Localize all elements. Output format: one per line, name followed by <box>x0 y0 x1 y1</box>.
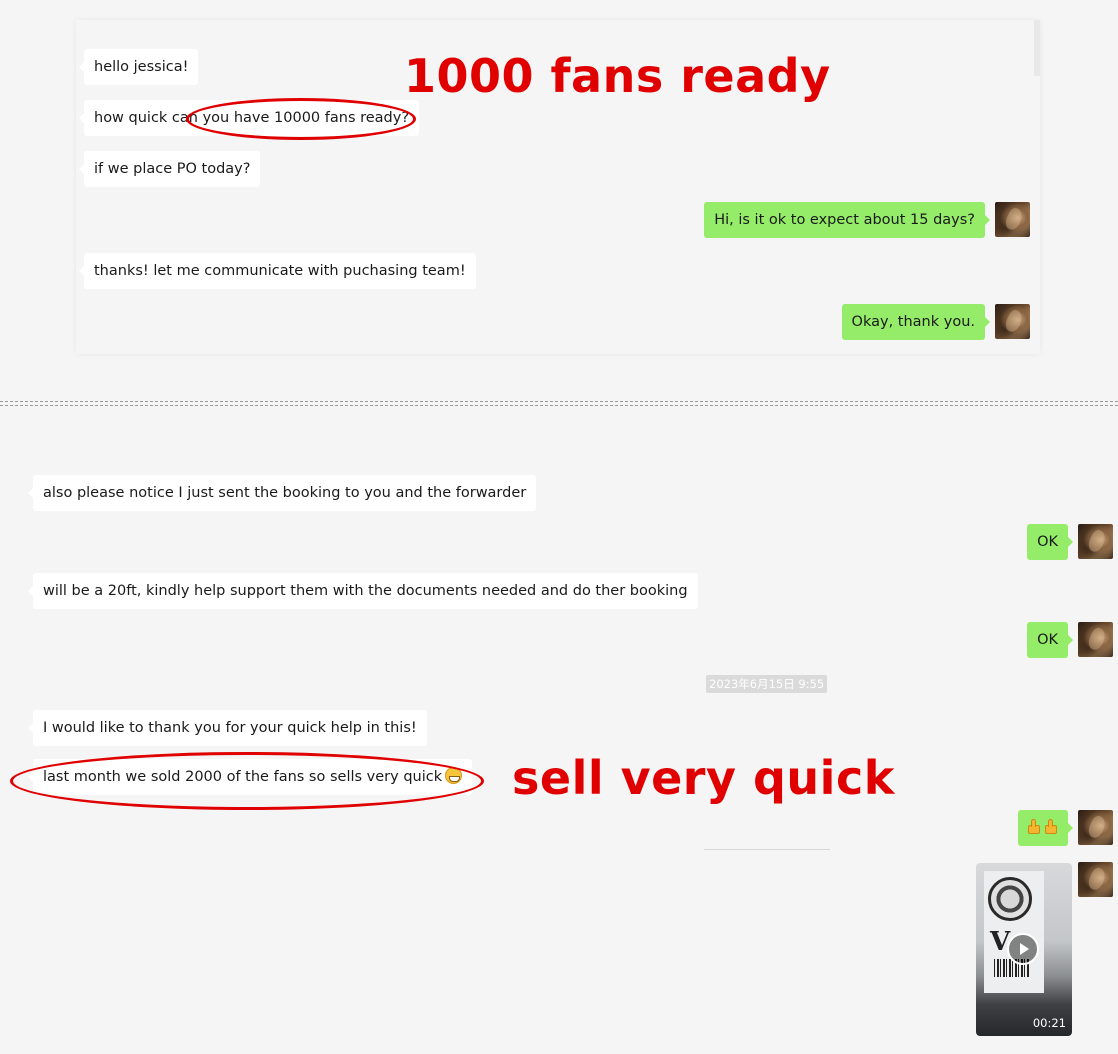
incoming-message[interactable]: if we place PO today? <box>78 151 261 187</box>
outgoing-message[interactable]: OK <box>1027 622 1073 658</box>
outgoing-message[interactable]: OK <box>1027 524 1073 560</box>
incoming-message[interactable]: also please notice I just sent the booki… <box>27 475 537 511</box>
outgoing-message[interactable] <box>1018 810 1073 846</box>
thumbs-up-icon <box>1027 818 1042 834</box>
incoming-message[interactable]: will be a 20ft, kindly help support them… <box>28 573 698 609</box>
avatar[interactable] <box>1078 862 1113 897</box>
avatar[interactable] <box>995 202 1030 237</box>
separator-line <box>704 849 830 850</box>
avatar[interactable] <box>995 304 1030 339</box>
annotation-text: sell very quick <box>512 751 895 805</box>
annotation-text: 1000 fans ready <box>404 49 831 103</box>
outgoing-message[interactable]: Hi, is it ok to expect about 15 days? <box>704 202 990 238</box>
incoming-message[interactable]: thanks! let me communicate with puchasin… <box>79 253 476 289</box>
play-icon[interactable] <box>1007 933 1039 965</box>
avatar[interactable] <box>1078 622 1113 657</box>
screenshot-divider <box>0 401 1118 406</box>
incoming-message[interactable]: hello jessica! <box>78 49 199 85</box>
thumbs-up-icon <box>1044 818 1059 834</box>
video-message[interactable]: V 00:21 <box>976 863 1072 1036</box>
avatar[interactable] <box>1078 524 1113 559</box>
highlight-oval <box>186 98 416 140</box>
outgoing-message[interactable]: Okay, thank you. <box>841 304 991 340</box>
message-timestamp: 2023年6月15日 9:55 <box>706 675 828 693</box>
avatar[interactable] <box>1078 810 1113 845</box>
video-duration: 00:21 <box>1032 1016 1066 1030</box>
video-thumbnail-logo <box>988 877 1032 921</box>
incoming-message[interactable]: I would like to thank you for your quick… <box>28 710 427 746</box>
highlight-oval <box>10 752 484 810</box>
